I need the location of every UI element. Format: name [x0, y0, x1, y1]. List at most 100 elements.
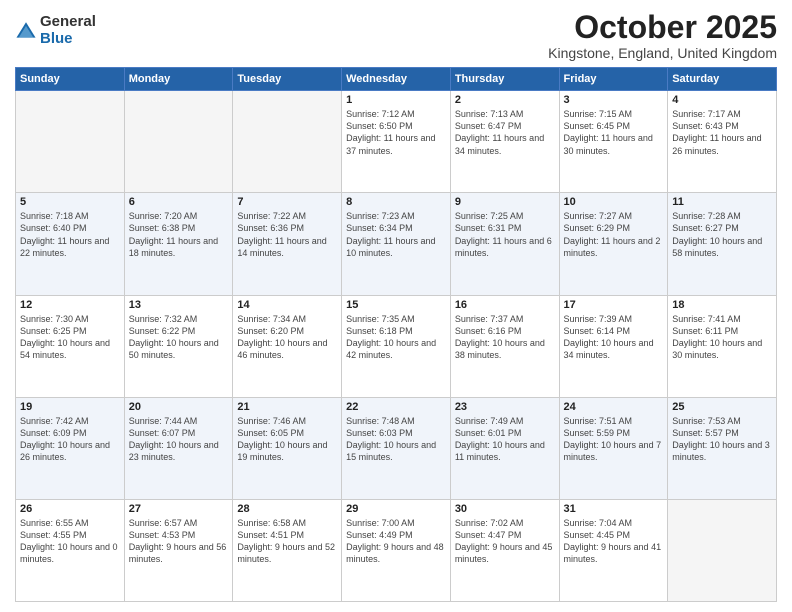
day-info: Sunrise: 7:46 AMSunset: 6:05 PMDaylight:… — [237, 415, 337, 464]
table-row — [16, 91, 125, 193]
day-number: 26 — [20, 503, 120, 515]
day-info: Sunrise: 7:02 AMSunset: 4:47 PMDaylight:… — [455, 517, 555, 566]
day-number: 17 — [564, 299, 664, 311]
day-info: Sunrise: 7:32 AMSunset: 6:22 PMDaylight:… — [129, 313, 229, 362]
table-row: 29 Sunrise: 7:00 AMSunset: 4:49 PMDayligh… — [342, 499, 451, 601]
table-row: 9 Sunrise: 7:25 AMSunset: 6:31 PMDaylight… — [450, 193, 559, 295]
calendar-table: Sunday Monday Tuesday Wednesday Thursday… — [15, 67, 777, 602]
table-row: 30Sunrise: 7:02 AMSunset: 4:47 PMDayligh… — [450, 499, 559, 601]
day-info: Sunrise: 7:39 AMSunset: 6:14 PMDaylight:… — [564, 313, 664, 362]
table-row: 23Sunrise: 7:49 AMSunset: 6:01 PMDayligh… — [450, 397, 559, 499]
table-row: 13 Sunrise: 7:32 AMSunset: 6:22 PMDayligh… — [124, 295, 233, 397]
logo-text: General Blue — [40, 14, 96, 47]
title-month: October 2025 — [548, 10, 777, 45]
table-row — [233, 91, 342, 193]
day-number: 4 — [672, 94, 772, 106]
logo-icon — [15, 20, 37, 42]
day-number: 6 — [129, 196, 229, 208]
day-info: Sunrise: 7:00 AMSunset: 4:49 PMDaylight:… — [346, 517, 446, 566]
day-info: Sunrise: 7:25 AMSunset: 6:31 PMDaylight:… — [455, 210, 555, 259]
day-info: Sunrise: 7:49 AMSunset: 6:01 PMDaylight:… — [455, 415, 555, 464]
title-block: October 2025 Kingstone, England, United … — [548, 10, 777, 61]
table-row: 25 Sunrise: 7:53 AMSunset: 5:57 PMDayligh… — [668, 397, 777, 499]
day-number: 3 — [564, 94, 664, 106]
day-number: 8 — [346, 196, 446, 208]
day-info: Sunrise: 7:13 AMSunset: 6:47 PMDaylight:… — [455, 108, 555, 157]
table-row: 10Sunrise: 7:27 AMSunset: 6:29 PMDayligh… — [559, 193, 668, 295]
day-info: Sunrise: 7:30 AMSunset: 6:25 PMDaylight:… — [20, 313, 120, 362]
calendar-week-row: 1Sunrise: 7:12 AMSunset: 6:50 PMDaylight… — [16, 91, 777, 193]
day-info: Sunrise: 7:22 AMSunset: 6:36 PMDaylight:… — [237, 210, 337, 259]
logo-general: General — [40, 14, 96, 31]
table-row: 6 Sunrise: 7:20 AMSunset: 6:38 PMDaylight… — [124, 193, 233, 295]
table-row — [124, 91, 233, 193]
table-row: 1Sunrise: 7:12 AMSunset: 6:50 PMDaylight… — [342, 91, 451, 193]
table-row: 3 Sunrise: 7:15 AMSunset: 6:45 PMDaylight… — [559, 91, 668, 193]
col-wednesday: Wednesday — [342, 68, 451, 91]
day-number: 31 — [564, 503, 664, 515]
col-sunday: Sunday — [16, 68, 125, 91]
table-row: 24Sunrise: 7:51 AMSunset: 5:59 PMDayligh… — [559, 397, 668, 499]
day-info: Sunrise: 6:58 AMSunset: 4:51 PMDaylight:… — [237, 517, 337, 566]
table-row: 19Sunrise: 7:42 AMSunset: 6:09 PMDayligh… — [16, 397, 125, 499]
logo: General Blue — [15, 14, 96, 47]
day-number: 25 — [672, 401, 772, 413]
day-info: Sunrise: 7:18 AMSunset: 6:40 PMDaylight:… — [20, 210, 120, 259]
table-row: 5Sunrise: 7:18 AMSunset: 6:40 PMDaylight… — [16, 193, 125, 295]
day-number: 12 — [20, 299, 120, 311]
title-location: Kingstone, England, United Kingdom — [548, 45, 777, 61]
calendar-week-row: 12 Sunrise: 7:30 AMSunset: 6:25 PMDayligh… — [16, 295, 777, 397]
day-info: Sunrise: 7:23 AMSunset: 6:34 PMDaylight:… — [346, 210, 446, 259]
day-number: 15 — [346, 299, 446, 311]
day-number: 14 — [237, 299, 337, 311]
day-info: Sunrise: 7:12 AMSunset: 6:50 PMDaylight:… — [346, 108, 446, 157]
table-row: 4 Sunrise: 7:17 AMSunset: 6:43 PMDaylight… — [668, 91, 777, 193]
table-row: 27Sunrise: 6:57 AMSunset: 4:53 PMDayligh… — [124, 499, 233, 601]
table-row: 2 Sunrise: 7:13 AMSunset: 6:47 PMDaylight… — [450, 91, 559, 193]
table-row — [668, 499, 777, 601]
day-info: Sunrise: 6:57 AMSunset: 4:53 PMDaylight:… — [129, 517, 229, 566]
table-row: 8 Sunrise: 7:23 AMSunset: 6:34 PMDaylight… — [342, 193, 451, 295]
calendar-header-row: Sunday Monday Tuesday Wednesday Thursday… — [16, 68, 777, 91]
col-saturday: Saturday — [668, 68, 777, 91]
table-row: 12 Sunrise: 7:30 AMSunset: 6:25 PMDayligh… — [16, 295, 125, 397]
day-info: Sunrise: 6:55 AMSunset: 4:55 PMDaylight:… — [20, 517, 120, 566]
day-info: Sunrise: 7:17 AMSunset: 6:43 PMDaylight:… — [672, 108, 772, 157]
table-row: 17 Sunrise: 7:39 AMSunset: 6:14 PMDayligh… — [559, 295, 668, 397]
logo-blue: Blue — [40, 31, 96, 48]
table-row: 26 Sunrise: 6:55 AMSunset: 4:55 PMDayligh… — [16, 499, 125, 601]
day-info: Sunrise: 7:51 AMSunset: 5:59 PMDaylight:… — [564, 415, 664, 464]
day-info: Sunrise: 7:35 AMSunset: 6:18 PMDaylight:… — [346, 313, 446, 362]
day-info: Sunrise: 7:28 AMSunset: 6:27 PMDaylight:… — [672, 210, 772, 259]
table-row: 18Sunrise: 7:41 AMSunset: 6:11 PMDayligh… — [668, 295, 777, 397]
table-row: 15 Sunrise: 7:35 AMSunset: 6:18 PMDayligh… — [342, 295, 451, 397]
day-number: 29 — [346, 503, 446, 515]
day-info: Sunrise: 7:42 AMSunset: 6:09 PMDaylight:… — [20, 415, 120, 464]
table-row: 28 Sunrise: 6:58 AMSunset: 4:51 PMDayligh… — [233, 499, 342, 601]
day-info: Sunrise: 7:15 AMSunset: 6:45 PMDaylight:… — [564, 108, 664, 157]
day-info: Sunrise: 7:37 AMSunset: 6:16 PMDaylight:… — [455, 313, 555, 362]
day-number: 9 — [455, 196, 555, 208]
day-info: Sunrise: 7:48 AMSunset: 6:03 PMDaylight:… — [346, 415, 446, 464]
header: General Blue October 2025 Kingstone, Eng… — [15, 10, 777, 61]
calendar-week-row: 5Sunrise: 7:18 AMSunset: 6:40 PMDaylight… — [16, 193, 777, 295]
day-number: 2 — [455, 94, 555, 106]
table-row: 21 Sunrise: 7:46 AMSunset: 6:05 PMDayligh… — [233, 397, 342, 499]
col-tuesday: Tuesday — [233, 68, 342, 91]
day-info: Sunrise: 7:44 AMSunset: 6:07 PMDaylight:… — [129, 415, 229, 464]
col-friday: Friday — [559, 68, 668, 91]
day-number: 7 — [237, 196, 337, 208]
day-info: Sunrise: 7:53 AMSunset: 5:57 PMDaylight:… — [672, 415, 772, 464]
day-info: Sunrise: 7:20 AMSunset: 6:38 PMDaylight:… — [129, 210, 229, 259]
day-number: 28 — [237, 503, 337, 515]
day-info: Sunrise: 7:04 AMSunset: 4:45 PMDaylight:… — [564, 517, 664, 566]
table-row: 22Sunrise: 7:48 AMSunset: 6:03 PMDayligh… — [342, 397, 451, 499]
table-row: 14Sunrise: 7:34 AMSunset: 6:20 PMDayligh… — [233, 295, 342, 397]
col-monday: Monday — [124, 68, 233, 91]
day-number: 13 — [129, 299, 229, 311]
table-row: 31 Sunrise: 7:04 AMSunset: 4:45 PMDayligh… — [559, 499, 668, 601]
day-number: 11 — [672, 196, 772, 208]
day-number: 21 — [237, 401, 337, 413]
calendar-week-row: 19Sunrise: 7:42 AMSunset: 6:09 PMDayligh… — [16, 397, 777, 499]
calendar-week-row: 26 Sunrise: 6:55 AMSunset: 4:55 PMDayligh… — [16, 499, 777, 601]
